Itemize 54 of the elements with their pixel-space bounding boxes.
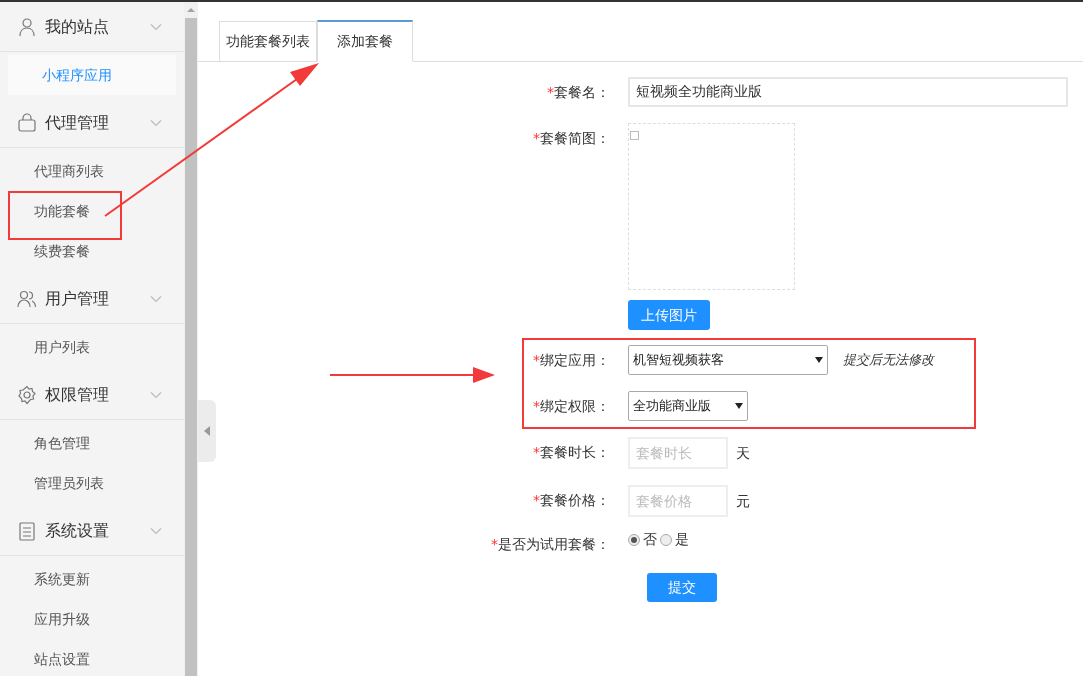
- field-label: 绑定权限：: [540, 396, 610, 416]
- settings-icon: [17, 384, 37, 405]
- sidebar-item[interactable]: 代理商列表: [0, 151, 184, 191]
- sidebar-item[interactable]: 管理员列表: [0, 463, 184, 503]
- chevron-icon: [150, 390, 162, 399]
- users-icon: [17, 288, 37, 309]
- select-field[interactable]: 机智短视频获客: [628, 345, 828, 375]
- radio-button[interactable]: [660, 533, 672, 546]
- radio-label: 是: [675, 530, 689, 549]
- scrollbar-thumb[interactable]: [185, 18, 197, 676]
- required-mark: *: [533, 128, 540, 148]
- dropdown-caret-icon: [815, 357, 823, 363]
- required-mark: *: [547, 82, 554, 102]
- unit-label: 元: [736, 491, 750, 511]
- scrollbar[interactable]: [184, 2, 198, 676]
- clipboard-icon: [17, 520, 37, 541]
- input-field[interactable]: 套餐价格: [628, 485, 728, 517]
- text-field[interactable]: 短视频全功能商业版: [628, 77, 1068, 107]
- bag-icon: [17, 112, 37, 133]
- field-label: 套餐时长：: [540, 442, 610, 462]
- required-mark: *: [533, 396, 540, 416]
- field-label: 套餐名：: [554, 82, 610, 102]
- sidebar-item[interactable]: 续费套餐: [0, 231, 184, 271]
- hint-text: 提交后无法修改: [843, 351, 934, 370]
- unit-label: 天: [736, 443, 750, 463]
- chevron-icon: [150, 22, 162, 31]
- input-field[interactable]: 套餐时长: [628, 437, 728, 469]
- field-label: 绑定应用：: [540, 350, 610, 370]
- sidebar-item[interactable]: 站点设置: [0, 639, 184, 676]
- chevron-icon: [150, 294, 162, 303]
- chevron-icon: [150, 118, 162, 127]
- collapse-handle[interactable]: [198, 400, 216, 462]
- sidebar-item[interactable]: 功能套餐: [0, 191, 184, 231]
- dropdown-caret-icon: [735, 403, 743, 409]
- sidebar-item[interactable]: 角色管理: [0, 423, 184, 463]
- select-field[interactable]: 全功能商业版: [628, 391, 748, 421]
- field-label: 是否为试用套餐：: [498, 534, 610, 554]
- tab[interactable]: 功能套餐列表: [219, 21, 317, 62]
- sidebar-item[interactable]: 应用升级: [0, 599, 184, 639]
- radio-button[interactable]: [628, 533, 640, 546]
- chevron-icon: [150, 526, 162, 535]
- required-mark: *: [491, 534, 498, 554]
- required-mark: *: [533, 490, 540, 510]
- person-icon: [17, 16, 37, 37]
- broken-image-icon: [630, 131, 639, 140]
- sidebar-item[interactable]: 系统更新: [0, 559, 184, 599]
- required-mark: *: [533, 350, 540, 370]
- required-mark: *: [533, 442, 540, 462]
- field-label: 套餐简图：: [540, 128, 610, 148]
- sidebar-item[interactable]: 用户列表: [0, 327, 184, 367]
- tab[interactable]: 添加套餐: [317, 20, 413, 62]
- field-label: 套餐价格：: [540, 490, 610, 510]
- caret-left-icon: [204, 426, 210, 436]
- radio-label: 否: [643, 530, 657, 549]
